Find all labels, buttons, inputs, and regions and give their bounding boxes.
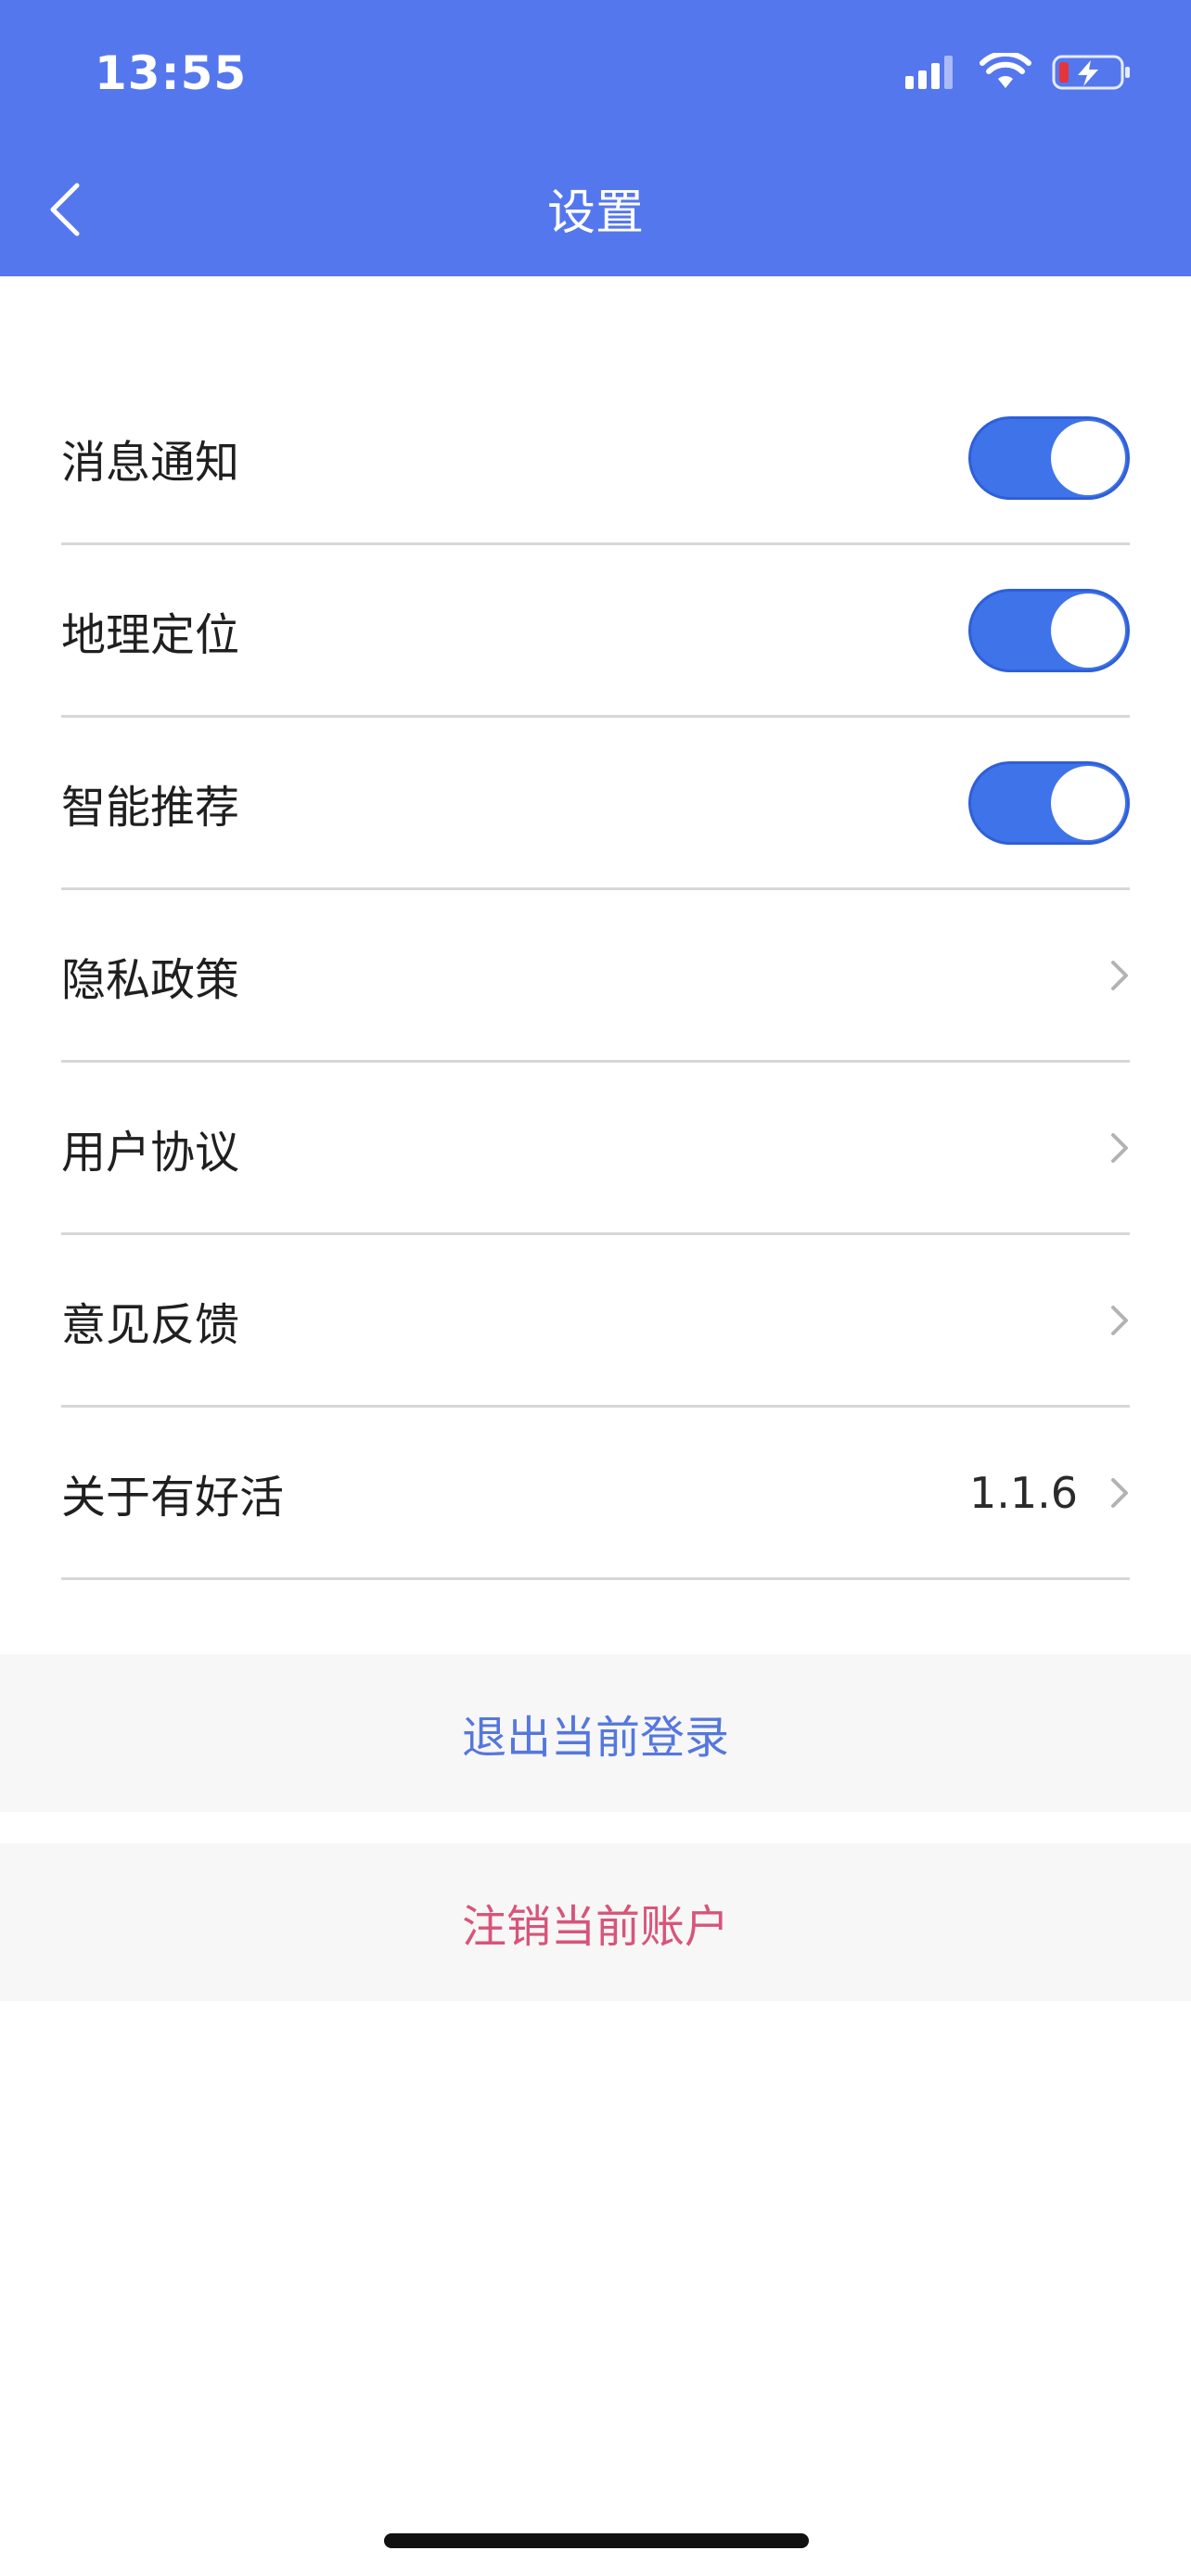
row-right: [1109, 1131, 1130, 1165]
chevron-right-icon: [1109, 959, 1130, 992]
setting-row-privacy-policy[interactable]: 隐私政策: [61, 890, 1130, 1063]
header-bar: 13:55 设置: [0, 0, 1191, 276]
setting-row-user-agreement[interactable]: 用户协议: [61, 1063, 1130, 1235]
setting-label: 智能推荐: [61, 781, 240, 834]
chevron-right-icon: [1109, 1304, 1130, 1337]
setting-row-location: 地理定位: [61, 545, 1130, 718]
cancel-account-button[interactable]: 注销当前账户: [0, 1843, 1191, 2001]
battery-charging-icon: [1052, 53, 1132, 96]
home-indicator: [384, 2533, 809, 2548]
row-right: 1.1.6: [969, 1468, 1130, 1518]
message-notification-toggle[interactable]: [968, 415, 1130, 500]
setting-label: 隐私政策: [61, 953, 240, 1006]
toggle-knob: [1051, 765, 1125, 840]
setting-row-about[interactable]: 关于有好活 1.1.6: [61, 1408, 1130, 1580]
logout-button[interactable]: 退出当前登录: [0, 1654, 1191, 1812]
signal-icon: [903, 54, 959, 95]
row-right: [1109, 1304, 1130, 1337]
version-value: 1.1.6: [968, 1467, 1078, 1518]
location-toggle[interactable]: [968, 588, 1130, 672]
page-title: 设置: [546, 185, 644, 241]
status-time: 13:55: [95, 46, 248, 100]
setting-label: 意见反馈: [61, 1298, 240, 1351]
status-icons: [903, 48, 1132, 100]
setting-label: 用户协议: [61, 1126, 240, 1179]
setting-row-feedback[interactable]: 意见反馈: [61, 1235, 1130, 1408]
settings-list: 消息通知 地理定位 智能推荐 隐私政策 用户协议 意见反馈 关于有好活 1.1.…: [61, 373, 1130, 1580]
setting-label: 关于有好活: [61, 1471, 285, 1524]
row-right: [1109, 959, 1130, 992]
wifi-icon: [980, 50, 1031, 96]
toggle-knob: [1051, 593, 1125, 668]
chevron-right-icon: [1109, 1476, 1130, 1510]
setting-label: 消息通知: [61, 436, 240, 489]
smart-recommendation-toggle[interactable]: [968, 760, 1130, 845]
chevron-right-icon: [1109, 1131, 1130, 1165]
setting-row-smart-recommendation: 智能推荐: [61, 718, 1130, 890]
setting-row-message-notification: 消息通知: [61, 373, 1130, 545]
toggle-knob: [1051, 420, 1125, 495]
setting-label: 地理定位: [61, 608, 240, 661]
